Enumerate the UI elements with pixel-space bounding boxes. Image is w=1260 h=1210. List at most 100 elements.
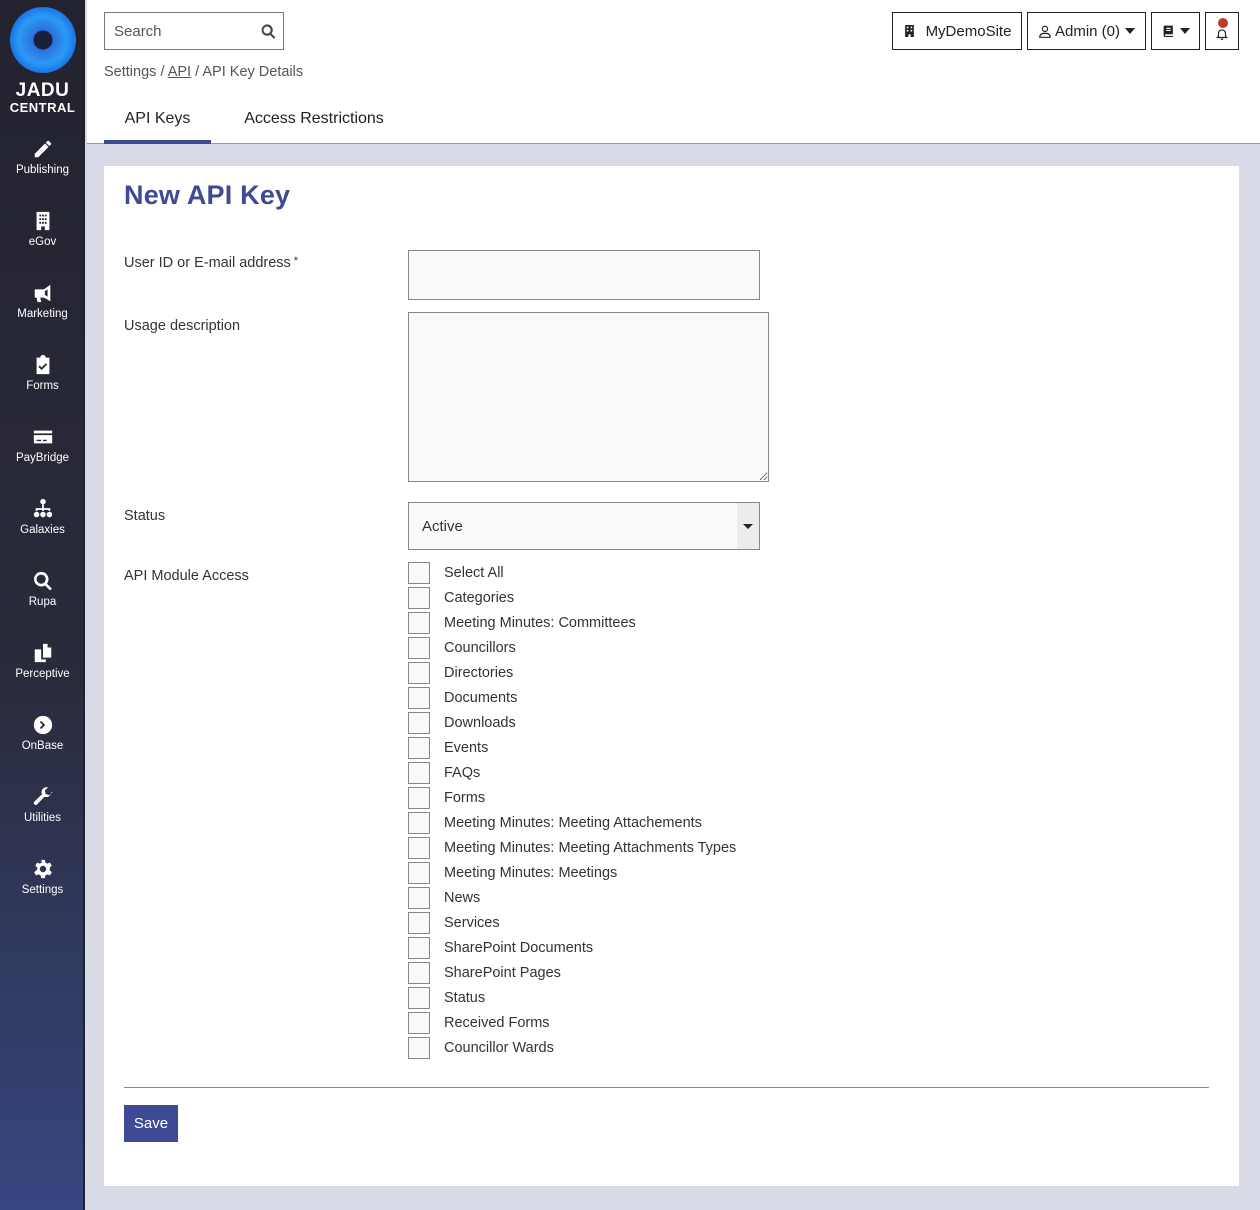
module-checkbox-label[interactable]: Councillors: [444, 640, 516, 656]
search-icon[interactable]: [260, 23, 277, 40]
module-checkbox-label[interactable]: Services: [444, 915, 500, 931]
module-checkbox[interactable]: [408, 987, 430, 1009]
breadcrumb-link-api[interactable]: API: [168, 64, 191, 80]
sidebar-item-rupa[interactable]: Rupa: [0, 570, 85, 630]
module-checkbox[interactable]: [408, 912, 430, 934]
module-checkbox[interactable]: [408, 787, 430, 809]
tab-api-keys[interactable]: API Keys: [104, 100, 211, 144]
jadu-logo-icon[interactable]: [10, 7, 76, 73]
breadcrumb-root: Settings: [104, 64, 157, 80]
module-checkbox-label[interactable]: Select All: [444, 565, 504, 581]
module-checkbox-label[interactable]: Directories: [444, 665, 513, 681]
user-id-label: User ID or E-mail address *: [124, 255, 298, 271]
module-checkbox-label[interactable]: Downloads: [444, 715, 516, 731]
copy-icon: [34, 643, 51, 663]
module-checkbox-label[interactable]: Status: [444, 990, 485, 1006]
module-checkbox[interactable]: [408, 662, 430, 684]
module-checkbox[interactable]: [408, 862, 430, 884]
module-checkbox[interactable]: [408, 562, 430, 584]
gear-icon: [33, 859, 52, 879]
sidebar-item-paybridge[interactable]: PayBridge: [0, 426, 85, 486]
module-checkbox[interactable]: [408, 962, 430, 984]
module-checkbox[interactable]: [408, 737, 430, 759]
module-checkbox[interactable]: [408, 687, 430, 709]
sidebar-item-label: Settings: [21, 884, 64, 896]
tab-access-restrictions[interactable]: Access Restrictions: [229, 100, 399, 144]
header: Settings / API / API Key Details API Key…: [87, 0, 1260, 144]
module-checkbox-label[interactable]: Documents: [444, 690, 517, 706]
module-checkbox-label[interactable]: News: [444, 890, 480, 906]
breadcrumb-separator: /: [160, 64, 165, 80]
sidebar-item-label: Marketing: [17, 308, 68, 320]
sidebar-item-label: Perceptive: [15, 668, 70, 680]
module-checkbox-label[interactable]: Meeting Minutes: Meeting Attachements: [444, 815, 702, 831]
module-checkbox-label[interactable]: FAQs: [444, 765, 480, 781]
sidebar-item-forms[interactable]: Forms: [0, 354, 85, 414]
module-checkbox[interactable]: [408, 712, 430, 734]
notification-dot: [1218, 18, 1228, 28]
module-checkbox-label[interactable]: SharePoint Documents: [444, 940, 593, 956]
module-checkbox-label[interactable]: Meeting Minutes: Committees: [444, 615, 636, 631]
sidebar-item-utilities[interactable]: Utilities: [0, 786, 85, 846]
page-title: New API Key: [124, 180, 291, 210]
save-button[interactable]: Save: [124, 1105, 178, 1142]
module-checkbox-label[interactable]: Events: [444, 740, 488, 756]
module-checkbox-label[interactable]: Forms: [444, 790, 485, 806]
sitemap-icon: [33, 498, 52, 518]
module-checkbox[interactable]: [408, 812, 430, 834]
brand-name: JADU: [15, 80, 70, 101]
wrench-icon: [33, 787, 53, 805]
module-checkbox-label[interactable]: Councillor Wards: [444, 1040, 554, 1056]
sidebar-item-label: PayBridge: [15, 452, 70, 464]
building-icon: [904, 25, 914, 37]
sidebar-item-settings[interactable]: Settings: [0, 858, 85, 918]
usage-description-label: Usage description: [124, 318, 241, 334]
sidebar-item-label: Rupa: [28, 596, 57, 608]
search-box: [104, 12, 284, 50]
module-checkbox[interactable]: [408, 612, 430, 634]
sidebar-item-onbase[interactable]: OnBase: [0, 714, 85, 774]
status-select[interactable]: Active: [408, 502, 760, 550]
admin-menu-button[interactable]: Admin (0): [1027, 12, 1146, 50]
sidebar-item-perceptive[interactable]: Perceptive: [0, 642, 85, 702]
module-checkbox-label[interactable]: Categories: [444, 590, 514, 606]
help-menu-button[interactable]: [1151, 12, 1200, 50]
module-checkbox[interactable]: [408, 1037, 430, 1059]
sidebar-item-label: OnBase: [21, 740, 64, 752]
module-checkbox-label[interactable]: Meeting Minutes: Meeting Attachments Typ…: [444, 840, 736, 856]
module-checkbox[interactable]: [408, 937, 430, 959]
status-select-value: Active: [422, 518, 463, 535]
notifications-button[interactable]: [1205, 12, 1239, 50]
credit-card-icon: [33, 430, 52, 444]
required-marker: *: [293, 255, 299, 267]
book-icon: [1163, 25, 1173, 37]
bell-icon: [1215, 29, 1229, 40]
sidebar-item-publishing[interactable]: Publishing: [0, 138, 85, 198]
caret-down-icon: [1125, 28, 1136, 34]
sidebar-item-label: eGov: [28, 236, 57, 248]
sidebar-item-marketing[interactable]: Marketing: [0, 282, 85, 342]
module-checkbox[interactable]: [408, 587, 430, 609]
module-checkbox-label[interactable]: Received Forms: [444, 1015, 550, 1031]
user-id-field[interactable]: [408, 250, 760, 300]
sidebar-item-label: Utilities: [23, 812, 62, 824]
module-checkbox[interactable]: [408, 762, 430, 784]
caret-down-icon: [737, 503, 759, 549]
sidebar-item-egov[interactable]: eGov: [0, 210, 85, 270]
admin-label: Admin (0): [1054, 22, 1121, 40]
module-checkbox[interactable]: [408, 837, 430, 859]
sidebar-item-galaxies[interactable]: Galaxies: [0, 498, 85, 558]
module-checkbox-label[interactable]: Meeting Minutes: Meetings: [444, 865, 617, 881]
module-checkbox[interactable]: [408, 1012, 430, 1034]
search-input[interactable]: [105, 13, 255, 49]
pencil-icon: [34, 140, 51, 158]
sidebar: JADU CENTRAL Publishing eGov Marketing F…: [0, 0, 85, 1210]
usage-description-field[interactable]: [408, 312, 769, 482]
module-checkbox-label[interactable]: SharePoint Pages: [444, 965, 561, 981]
sidebar-item-label: Forms: [26, 380, 59, 392]
module-checkbox[interactable]: [408, 887, 430, 909]
clipboard-check-icon: [36, 354, 49, 375]
site-button[interactable]: MyDemoSite: [892, 12, 1022, 50]
module-checkbox[interactable]: [408, 637, 430, 659]
site-name: MyDemoSite: [925, 22, 1012, 40]
